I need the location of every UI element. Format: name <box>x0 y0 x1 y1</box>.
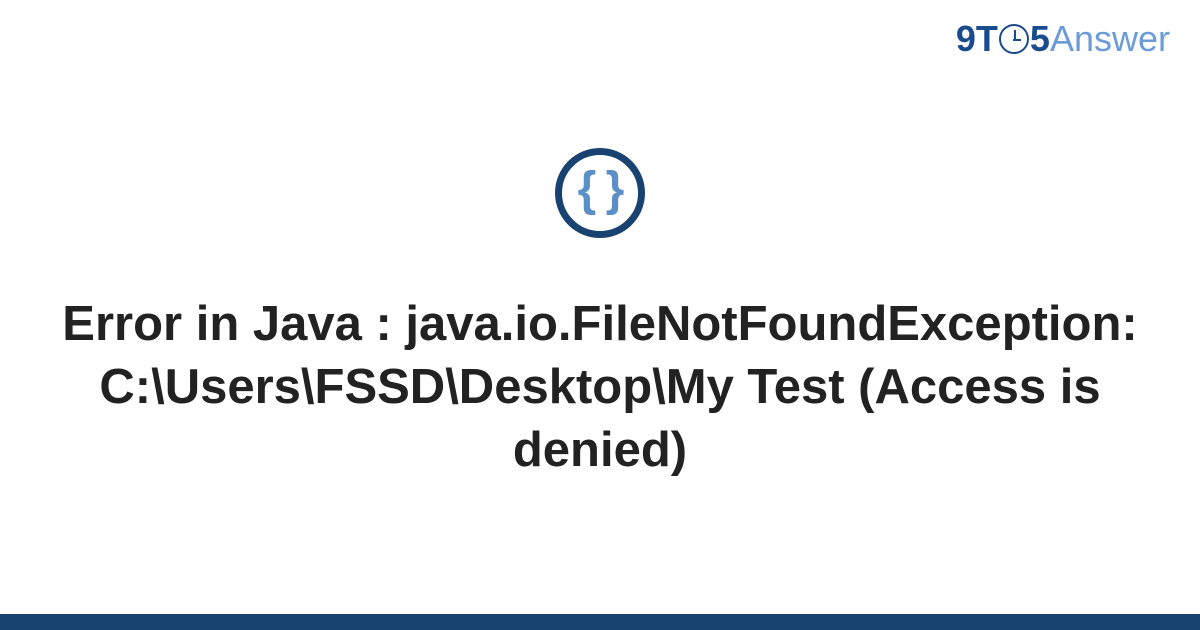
braces-icon: { } <box>578 166 623 214</box>
logo-text-9t: 9T <box>956 18 998 60</box>
category-badge: { } <box>555 148 645 238</box>
site-logo: 9T 5 Answer <box>956 18 1170 60</box>
logo-text-5: 5 <box>1030 18 1050 60</box>
footer-accent-bar <box>0 614 1200 630</box>
main-content: { } Error in Java : java.io.FileNotFound… <box>0 0 1200 630</box>
clock-icon <box>999 24 1029 54</box>
question-title: Error in Java : java.io.FileNotFoundExce… <box>60 293 1140 481</box>
logo-text-answer: Answer <box>1050 18 1170 60</box>
